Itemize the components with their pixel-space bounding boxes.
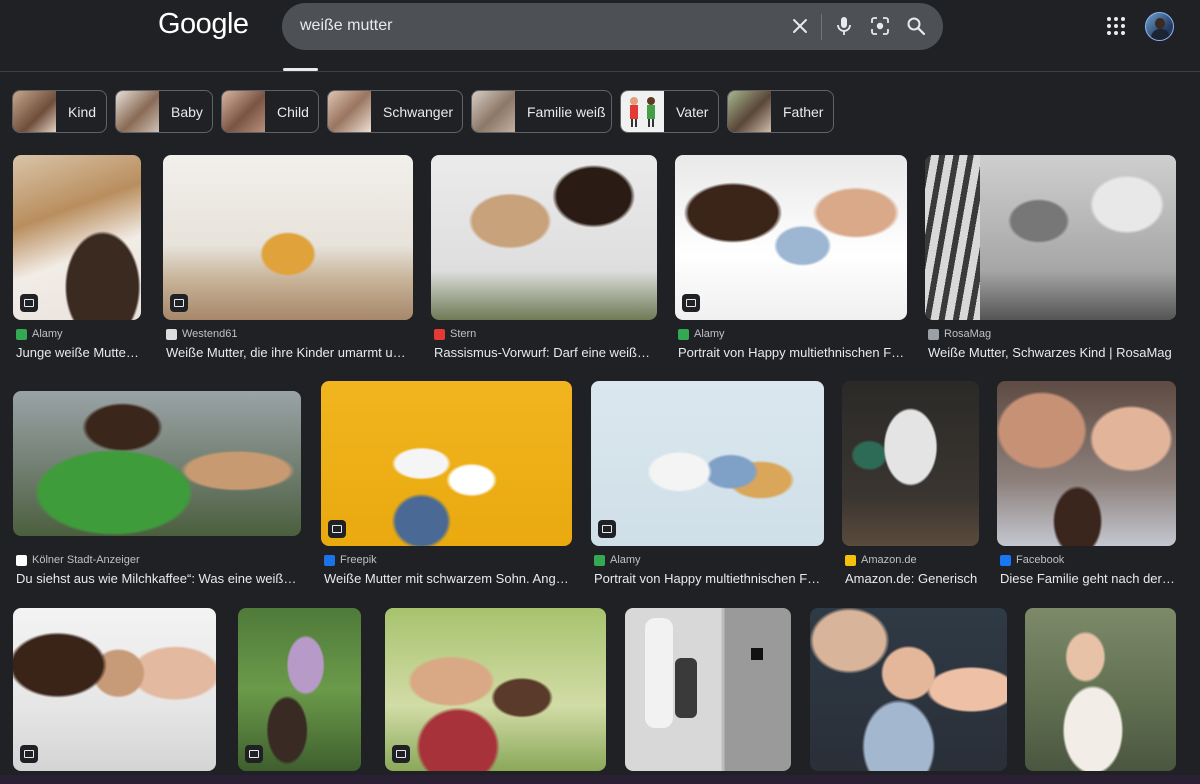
result-title[interactable]: Rassismus-Vorwurf: Darf eine weiße Mutte…	[434, 345, 656, 360]
chip-label: Familie weiß	[527, 103, 606, 120]
result-thumbnail[interactable]	[925, 155, 1176, 320]
close-icon[interactable]	[787, 13, 813, 39]
source-favicon	[16, 554, 27, 566]
source-favicon	[594, 554, 605, 566]
result-thumbnail[interactable]	[431, 155, 657, 320]
result-thumbnail[interactable]	[810, 608, 1007, 771]
result-source[interactable]: RosaMag	[928, 328, 991, 340]
result-source[interactable]: Amazon.de	[845, 554, 917, 566]
result-title[interactable]: Weiße Mutter, Schwarzes Kind | RosaMag	[928, 345, 1175, 360]
chip-father[interactable]: Father	[727, 90, 834, 133]
chip-thumbnail	[472, 91, 515, 132]
chip-thumbnail	[328, 91, 371, 132]
result-source[interactable]: Alamy	[16, 328, 63, 340]
search-input[interactable]: weiße mutter	[300, 17, 392, 35]
result-title[interactable]: Junge weiße Mutter mit Baby	[16, 345, 142, 360]
image-icon	[682, 294, 700, 312]
image-icon	[170, 294, 188, 312]
search-icon[interactable]	[903, 13, 929, 39]
source-name: Alamy	[32, 328, 63, 340]
top-bar: Google weiße mutter	[0, 0, 1200, 72]
chip-label: Kind	[68, 103, 97, 120]
source-favicon	[324, 554, 335, 566]
image-icon	[328, 520, 346, 538]
source-name: Alamy	[694, 328, 725, 340]
google-logo[interactable]: Google	[158, 8, 249, 41]
lens-icon[interactable]	[867, 13, 893, 39]
source-name: Westend61	[182, 328, 238, 340]
chip-baby[interactable]: Baby	[115, 90, 213, 133]
result-source[interactable]: Westend61	[166, 328, 237, 340]
result-source[interactable]: Alamy	[678, 328, 725, 340]
result-source[interactable]: Facebook	[1000, 554, 1064, 566]
chip-schwanger[interactable]: Schwanger	[327, 90, 463, 133]
result-thumbnail[interactable]	[625, 608, 791, 771]
chip-label: Vater	[676, 103, 709, 120]
source-name: Alamy	[610, 554, 641, 566]
source-name: Stern	[450, 328, 477, 340]
result-source[interactable]: Freepik	[324, 554, 377, 566]
result-thumbnail[interactable]	[163, 155, 413, 320]
microphone-icon[interactable]	[831, 13, 857, 39]
result-title[interactable]: Diese Familie geht nach der Geburt	[1000, 571, 1175, 586]
result-title[interactable]: Weiße Mutter, die ihre Kinder umarmt und…	[166, 345, 412, 360]
result-thumbnail[interactable]	[842, 381, 979, 546]
image-icon	[245, 745, 263, 763]
chip-label: Schwanger	[383, 103, 454, 120]
result-thumbnail[interactable]	[385, 608, 606, 771]
chip-vater[interactable]: Vater	[620, 90, 719, 133]
source-favicon	[1000, 554, 1011, 566]
result-thumbnail[interactable]	[321, 381, 572, 546]
source-favicon	[678, 328, 689, 340]
source-favicon	[434, 328, 445, 340]
chip-label: Father	[783, 103, 824, 120]
result-thumbnail[interactable]	[13, 155, 141, 320]
result-thumbnail[interactable]	[591, 381, 824, 546]
account-avatar[interactable]	[1145, 12, 1174, 41]
chip-thumbnail	[621, 91, 664, 132]
source-favicon	[166, 328, 177, 340]
result-thumbnail[interactable]	[997, 381, 1176, 546]
result-thumbnail[interactable]	[1025, 608, 1176, 771]
chip-thumbnail	[13, 91, 56, 132]
result-thumbnail[interactable]	[675, 155, 907, 320]
apps-grid-icon[interactable]	[1104, 14, 1128, 38]
chip-label: Child	[277, 103, 309, 120]
chip-label: Baby	[171, 103, 203, 120]
chip-thumbnail	[222, 91, 265, 132]
source-favicon	[928, 328, 939, 340]
result-thumbnail[interactable]	[13, 391, 301, 536]
result-thumbnail[interactable]	[13, 608, 216, 771]
result-thumbnail[interactable]	[238, 608, 361, 771]
result-title[interactable]: Weiße Mutter mit schwarzem Sohn. Angebot	[324, 571, 571, 586]
chip-kind[interactable]: Kind	[12, 90, 107, 133]
source-name: RosaMag	[944, 328, 992, 340]
chip-thumbnail	[116, 91, 159, 132]
source-name: Freepik	[340, 554, 377, 566]
active-tab-indicator	[283, 68, 318, 71]
source-name: Facebook	[1016, 554, 1065, 566]
search-divider	[821, 14, 822, 40]
result-source[interactable]: Alamy	[594, 554, 641, 566]
chip-child[interactable]: Child	[221, 90, 319, 133]
image-icon	[392, 745, 410, 763]
image-icon	[598, 520, 616, 538]
chip-familie-weiss[interactable]: Familie weiß	[471, 90, 612, 133]
result-title[interactable]: Portrait von Happy multiethnischen Famil…	[594, 571, 823, 586]
result-title[interactable]: Du siehst aus wie Milchkaffee“: Was eine…	[16, 571, 300, 586]
image-icon	[20, 294, 38, 312]
source-favicon	[16, 328, 27, 340]
result-source[interactable]: Kölner Stadt-Anzeiger	[16, 554, 140, 566]
source-name: Amazon.de	[861, 554, 917, 566]
source-favicon	[845, 554, 856, 566]
window-bottom-edge	[0, 775, 1200, 784]
source-name: Kölner Stadt-Anzeiger	[32, 554, 140, 566]
result-title[interactable]: Portrait von Happy multiethnischen Famil…	[678, 345, 906, 360]
chip-thumbnail	[728, 91, 771, 132]
result-source[interactable]: Stern	[434, 328, 476, 340]
search-box[interactable]: weiße mutter	[282, 3, 943, 50]
image-icon	[20, 745, 38, 763]
result-title[interactable]: Amazon.de: Generisch	[845, 571, 978, 586]
